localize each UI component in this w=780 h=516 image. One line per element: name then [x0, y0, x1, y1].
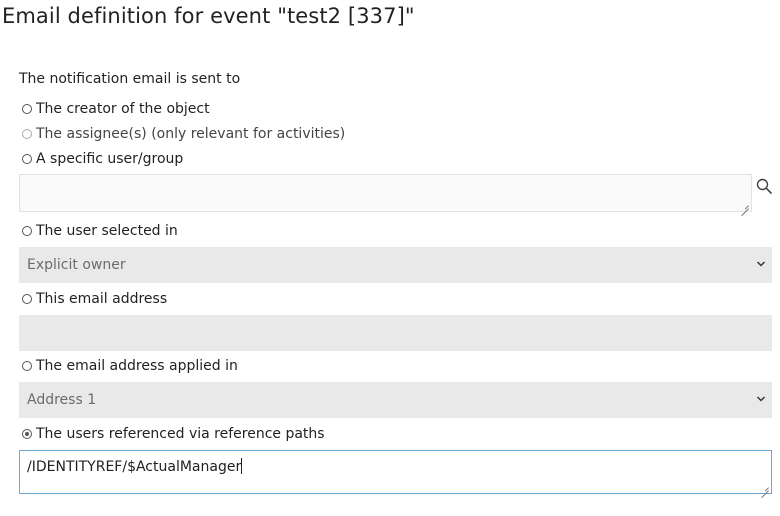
user-selected-in-value: Explicit owner [27, 257, 126, 273]
text-caret [241, 458, 243, 474]
specific-user-field[interactable] [19, 174, 752, 212]
radio-reference-paths[interactable] [22, 429, 32, 439]
option-email-applied-in-label: The email address applied in [36, 358, 238, 374]
radio-specific-user[interactable] [22, 154, 32, 164]
option-specific-user[interactable]: A specific user/group [22, 150, 183, 168]
option-user-selected-in-label: The user selected in [36, 223, 178, 239]
option-user-selected-in[interactable]: The user selected in [22, 222, 178, 240]
email-applied-in-value: Address 1 [27, 392, 97, 408]
option-assignees-label: The assignee(s) (only relevant for activ… [36, 126, 346, 142]
radio-user-selected-in[interactable] [22, 226, 32, 236]
user-selected-in-select[interactable]: Explicit owner [19, 247, 772, 283]
option-email-address-label: This email address [36, 291, 168, 307]
radio-email-applied-in[interactable] [22, 361, 32, 371]
chevron-down-icon [756, 396, 766, 402]
reference-paths-textarea[interactable]: /IDENTITYREF/$ActualManager [19, 450, 772, 494]
email-applied-in-select[interactable]: Address 1 [19, 382, 772, 418]
option-reference-paths-label: The users referenced via reference paths [36, 426, 325, 442]
recipient-label: The notification email is sent to [19, 71, 241, 87]
radio-assignees [22, 129, 32, 139]
page-title: Email definition for event "test2 [337]" [2, 4, 415, 28]
reference-paths-value: /IDENTITYREF/$ActualManager [27, 459, 242, 475]
option-email-applied-in[interactable]: The email address applied in [22, 357, 238, 375]
resize-handle-icon[interactable] [761, 483, 769, 491]
radio-creator[interactable] [22, 104, 32, 114]
option-reference-paths[interactable]: The users referenced via reference paths [22, 425, 325, 443]
option-email-address[interactable]: This email address [22, 290, 167, 308]
option-creator-label: The creator of the object [36, 101, 210, 117]
email-address-input[interactable] [19, 315, 772, 351]
search-icon[interactable] [756, 178, 772, 194]
option-assignees: The assignee(s) (only relevant for activ… [22, 125, 345, 143]
chevron-down-icon [756, 261, 766, 267]
option-specific-user-label: A specific user/group [36, 151, 184, 167]
option-creator[interactable]: The creator of the object [22, 100, 210, 118]
radio-email-address[interactable] [22, 294, 32, 304]
resize-handle-icon[interactable] [741, 201, 749, 209]
